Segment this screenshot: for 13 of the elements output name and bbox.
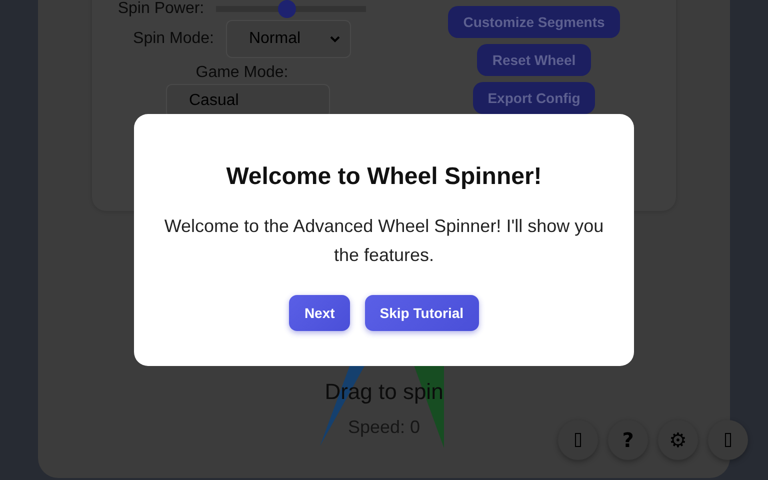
box-icon bbox=[575, 433, 581, 447]
action-button[interactable]: Customize Segments bbox=[448, 6, 620, 38]
dialog-title: Welcome to Wheel Spinner! bbox=[225, 162, 543, 192]
dialog-text: Welcome to the Advanced Wheel Spinner! I'll show you the features. bbox=[163, 215, 605, 267]
action-button[interactable]: Reset Wheel bbox=[477, 44, 591, 76]
mode-select[interactable]: Normal bbox=[226, 20, 351, 58]
chevron-icon bbox=[330, 36, 340, 42]
dialog-button[interactable]: Skip Tutorial bbox=[364, 295, 479, 331]
slider-thumb[interactable] bbox=[278, 0, 296, 18]
dialog-button[interactable]: Next bbox=[289, 295, 350, 331]
glyph-button[interactable] bbox=[708, 420, 748, 460]
action-button[interactable]: Export Config bbox=[472, 82, 596, 114]
box-icon bbox=[725, 433, 731, 447]
